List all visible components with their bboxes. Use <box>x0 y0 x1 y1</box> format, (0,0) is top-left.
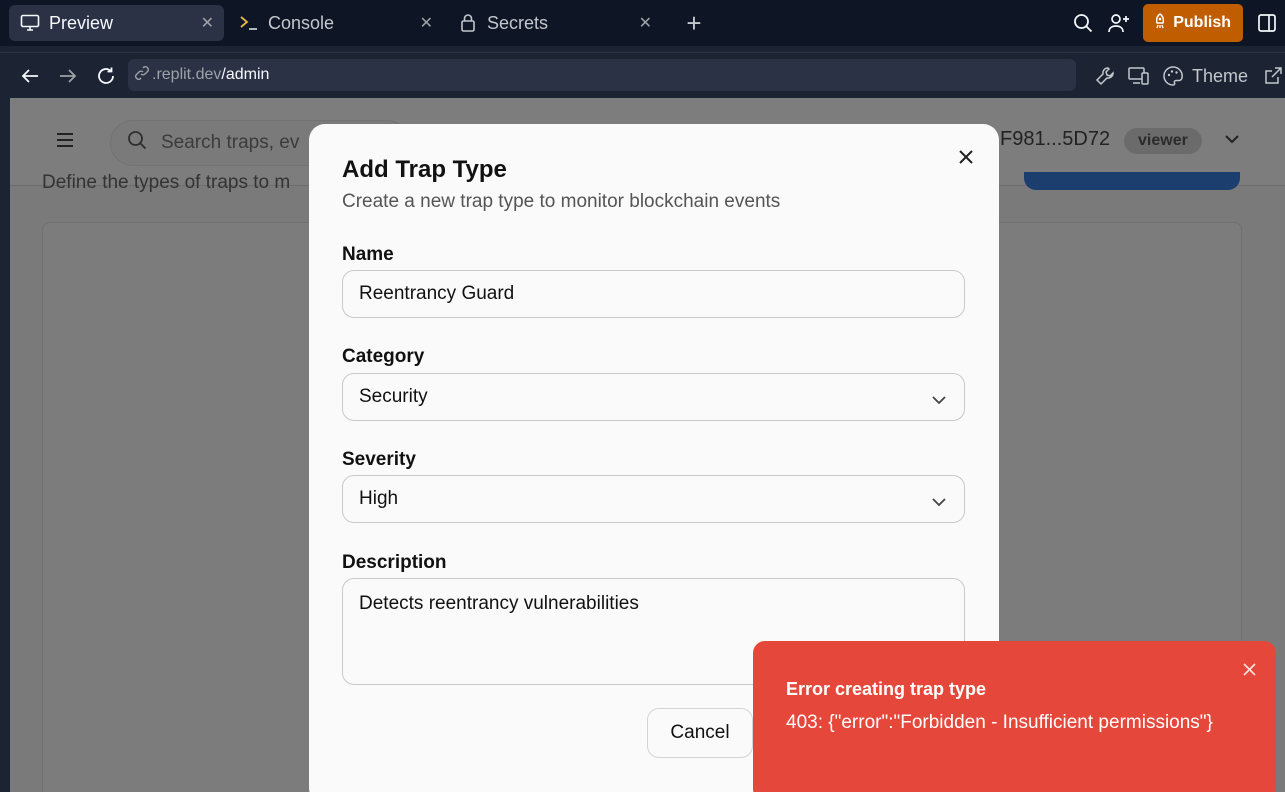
tab-console[interactable]: Console ✕ <box>228 5 443 41</box>
tab-label: Preview <box>49 12 114 33</box>
publish-label: Publish <box>1173 14 1231 31</box>
url-bar[interactable]: .replit.dev /admin <box>128 59 1076 91</box>
preview-address-row: .replit.dev /admin Theme <box>0 52 1285 98</box>
palette-icon[interactable] <box>1156 57 1190 95</box>
severity-label: Severity <box>342 449 416 470</box>
description-value: Detects reentrancy vulnerabilities <box>359 593 639 614</box>
page-subtitle: Define the types of traps to m <box>42 172 291 193</box>
link-icon <box>134 65 150 86</box>
search-icon <box>127 130 147 156</box>
wrench-icon[interactable] <box>1088 57 1122 95</box>
wallet-address: F981...5D72 <box>1000 128 1111 150</box>
tab-label: Secrets <box>487 12 549 33</box>
chevron-down-icon[interactable] <box>1224 132 1240 150</box>
description-label: Description <box>342 552 447 573</box>
external-link-icon[interactable] <box>1256 57 1285 95</box>
dialog-subtitle: Create a new trap type to monitor blockc… <box>342 191 781 212</box>
cancel-label: Cancel <box>670 722 730 743</box>
menu-icon[interactable] <box>56 132 76 152</box>
severity-select[interactable]: High <box>342 475 965 523</box>
devices-icon[interactable] <box>1122 57 1156 95</box>
close-icon[interactable]: ✕ <box>639 13 652 33</box>
search-placeholder: Search traps, ev <box>161 132 300 153</box>
close-icon[interactable] <box>955 146 977 168</box>
panel-toggle-icon[interactable] <box>1249 5 1285 41</box>
category-select[interactable]: Security <box>342 373 965 421</box>
add-trap-type-button[interactable] <box>1024 172 1240 190</box>
invite-user-icon[interactable] <box>1101 5 1137 41</box>
category-value: Security <box>359 386 428 407</box>
lock-icon <box>457 12 479 34</box>
new-tab-button[interactable]: + <box>680 8 708 39</box>
dialog-title: Add Trap Type <box>342 156 507 183</box>
category-label: Category <box>342 346 425 367</box>
toast-message: 403: {"error":"Forbidden - Insufficient … <box>786 712 1213 733</box>
monitor-icon <box>19 12 41 34</box>
back-arrow-icon[interactable] <box>11 57 49 95</box>
role-badge: viewer <box>1124 128 1202 154</box>
theme-label[interactable]: Theme <box>1192 66 1248 87</box>
url-path: /admin <box>221 66 270 83</box>
publish-button[interactable]: Publish <box>1143 4 1243 42</box>
severity-value: High <box>359 488 399 509</box>
forward-arrow-icon[interactable] <box>49 57 87 95</box>
workspace-edge <box>0 98 10 792</box>
reload-icon[interactable] <box>87 57 125 95</box>
url-domain: .replit.dev <box>152 66 222 83</box>
error-toast: Error creating trap type 403: {"error":"… <box>753 641 1276 792</box>
name-value: Reentrancy Guard <box>359 283 515 304</box>
name-label: Name <box>342 244 394 265</box>
search-icon[interactable] <box>1065 5 1101 41</box>
close-icon[interactable] <box>1239 659 1259 679</box>
toolbar-right: Publish <box>1065 4 1285 42</box>
preview-tools: Theme <box>1088 57 1285 95</box>
close-icon[interactable]: ✕ <box>420 13 433 33</box>
rocket-icon <box>1153 12 1167 34</box>
tab-preview[interactable]: Preview ✕ <box>9 5 224 41</box>
toast-title: Error creating trap type <box>786 679 987 699</box>
name-input[interactable]: Reentrancy Guard <box>342 270 965 318</box>
cancel-button[interactable]: Cancel <box>647 708 753 758</box>
workspace-tab-bar: Preview ✕ Console ✕ Secrets ✕ + Publish <box>0 0 1285 46</box>
close-icon[interactable]: ✕ <box>201 13 214 33</box>
tab-secrets[interactable]: Secrets ✕ <box>447 5 662 41</box>
tab-label: Console <box>268 12 335 33</box>
terminal-icon <box>238 12 260 34</box>
chevron-down-icon <box>932 491 946 513</box>
chevron-down-icon <box>932 389 946 411</box>
